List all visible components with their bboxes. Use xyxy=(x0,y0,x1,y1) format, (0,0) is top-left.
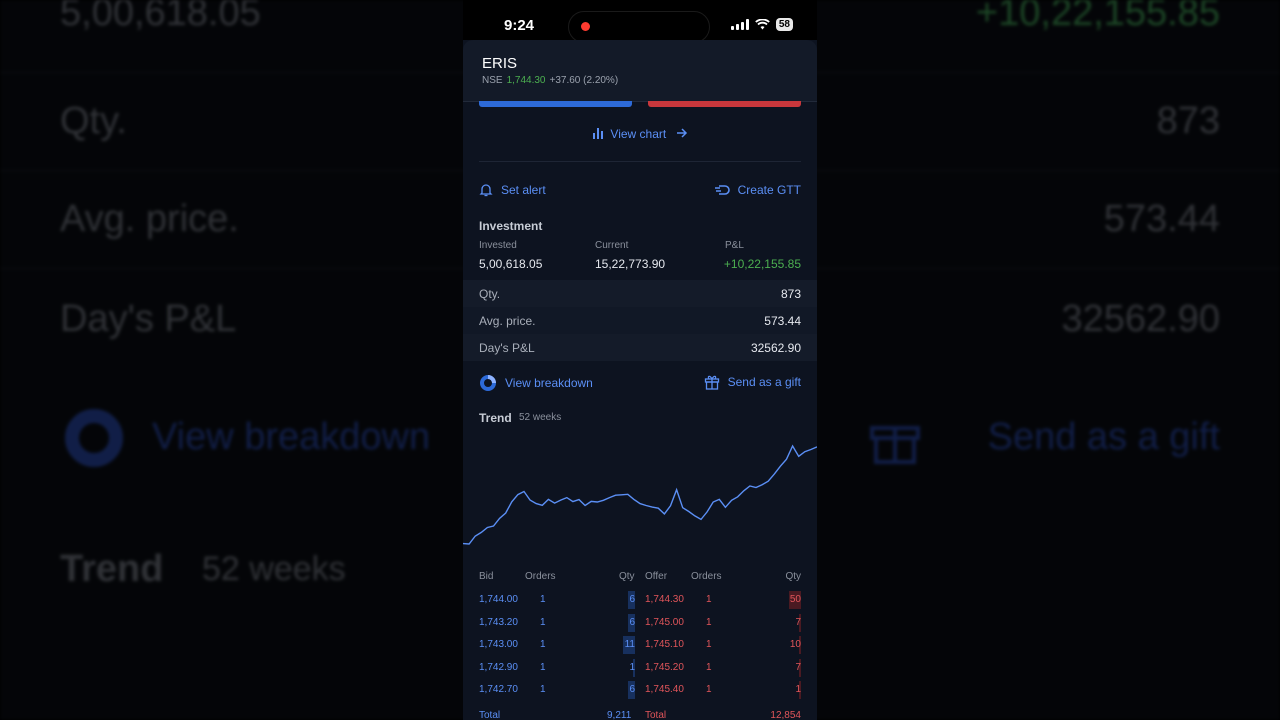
bid-total-value: 9,211 xyxy=(607,710,632,720)
instrument-header: ERIS NSE 1,744.30 +37.60 (2.20%) xyxy=(463,40,817,102)
send-gift-button[interactable]: Send as a gift xyxy=(704,374,801,390)
bid-qty: 6 xyxy=(629,594,635,605)
offer-orders: 1 xyxy=(706,684,712,696)
offer-price: 1,745.40 xyxy=(645,684,684,696)
offer-qty: 7 xyxy=(795,661,801,673)
create-gtt-label: Create GTT xyxy=(737,183,801,197)
battery-icon: 58 xyxy=(775,18,793,31)
offer-price: 1,745.00 xyxy=(645,616,684,628)
offer-orders: 1 xyxy=(706,594,712,605)
detail-label: Avg. price. xyxy=(479,314,536,328)
buy-button[interactable] xyxy=(479,101,632,107)
detail-value: 573.44 xyxy=(764,314,801,328)
detail-row-qty: Qty. 873 xyxy=(463,280,817,307)
detail-row-days-pnl: Day's P&L 32562.90 xyxy=(463,334,817,361)
offer-qty-header: Qty xyxy=(785,571,801,582)
bid-orders: 1 xyxy=(540,594,546,605)
bid-price: 1,743.00 xyxy=(479,639,518,651)
last-traded-price: 1,744.30 xyxy=(506,75,546,86)
dynamic-island xyxy=(568,11,710,43)
detail-label: Qty. xyxy=(479,287,501,301)
bid-qty: 6 xyxy=(629,616,635,628)
offer-total-label: Total xyxy=(645,710,667,720)
bid-qty-header: Qty xyxy=(619,571,635,582)
bid-orders: 1 xyxy=(540,639,546,651)
offer-orders: 1 xyxy=(706,639,712,651)
status-time: 9:24 xyxy=(504,17,535,34)
detail-value: 873 xyxy=(780,287,801,301)
detail-value: 32562.90 xyxy=(750,341,801,355)
trend-title: Trend xyxy=(479,411,512,425)
arrow-right-icon xyxy=(676,128,687,138)
offer-price: 1,744.30 xyxy=(645,594,684,605)
bid-orders: 1 xyxy=(540,661,546,673)
trend-line xyxy=(463,444,817,545)
offer-header: Offer xyxy=(645,571,668,582)
status-bar: 9:24 58 xyxy=(463,0,817,43)
send-gift-label: Send as a gift xyxy=(727,375,801,389)
offer-qty: 7 xyxy=(795,616,801,628)
gift-icon xyxy=(704,375,719,390)
donut-chart-icon xyxy=(480,375,496,391)
set-alert-label: Set alert xyxy=(501,183,546,197)
offer-orders-header: Orders xyxy=(691,571,722,582)
detail-label: Day's P&L xyxy=(479,341,535,355)
offer-price: 1,745.20 xyxy=(645,661,684,673)
invested-value: 5,00,618.05 xyxy=(479,257,543,271)
bid-orders: 1 xyxy=(540,684,546,696)
bell-icon xyxy=(479,184,493,197)
investment-title: Investment xyxy=(479,219,543,233)
current-label: Current xyxy=(595,240,629,251)
price-change: +37.60 (2.20%) xyxy=(549,75,619,86)
bid-orders: 1 xyxy=(540,616,546,628)
pnl-value: +10,22,155.85 xyxy=(723,257,801,271)
detail-row-avg-price: Avg. price. 573.44 xyxy=(463,307,817,334)
bid-price: 1,743.20 xyxy=(479,616,518,628)
view-breakdown-button[interactable]: View breakdown xyxy=(479,374,593,392)
trend-chart xyxy=(463,444,817,545)
cellular-signal-icon xyxy=(730,19,749,30)
instrument-quote: NSE 1,744.30 +37.60 (2.20%) xyxy=(482,75,618,86)
recording-indicator-icon xyxy=(581,22,590,31)
bid-price: 1,744.00 xyxy=(479,594,518,605)
sell-button[interactable] xyxy=(648,101,801,107)
bid-price: 1,742.70 xyxy=(479,684,518,696)
set-alert-button[interactable]: Set alert xyxy=(479,183,546,197)
offer-qty: 10 xyxy=(789,639,801,651)
view-chart-link[interactable]: View chart xyxy=(463,127,817,141)
wifi-icon xyxy=(755,19,770,30)
offer-orders: 1 xyxy=(706,661,712,673)
create-gtt-button[interactable]: Create GTT xyxy=(714,183,801,197)
offer-total-value: 12,854 xyxy=(770,710,801,720)
offer-orders: 1 xyxy=(706,616,712,628)
gtt-icon xyxy=(714,185,730,195)
bid-total-label: Total xyxy=(479,710,501,720)
bid-orders-header: Orders xyxy=(525,571,556,582)
bid-header: Bid xyxy=(479,571,494,582)
offer-price: 1,745.10 xyxy=(645,639,684,651)
offer-qty: 1 xyxy=(795,684,801,696)
bid-qty: 1 xyxy=(629,661,635,673)
pnl-label: P&L xyxy=(725,240,744,251)
bid-price: 1,742.90 xyxy=(479,661,518,673)
bid-qty: 6 xyxy=(629,684,635,696)
bid-qty: 11 xyxy=(624,639,635,651)
exchange-label: NSE xyxy=(482,75,503,86)
bar-chart-icon xyxy=(593,128,604,139)
view-breakdown-label: View breakdown xyxy=(505,376,593,390)
phone-screen: 9:24 58 ERIS NSE 1,744.30 +37.60 (2.20%) V… xyxy=(463,0,817,720)
invested-label: Invested xyxy=(479,240,517,251)
trend-period: 52 weeks xyxy=(519,412,562,423)
view-chart-label: View chart xyxy=(610,127,667,141)
current-value: 15,22,773.90 xyxy=(595,257,666,271)
instrument-symbol: ERIS xyxy=(482,55,518,72)
offer-qty: 50 xyxy=(789,594,801,605)
